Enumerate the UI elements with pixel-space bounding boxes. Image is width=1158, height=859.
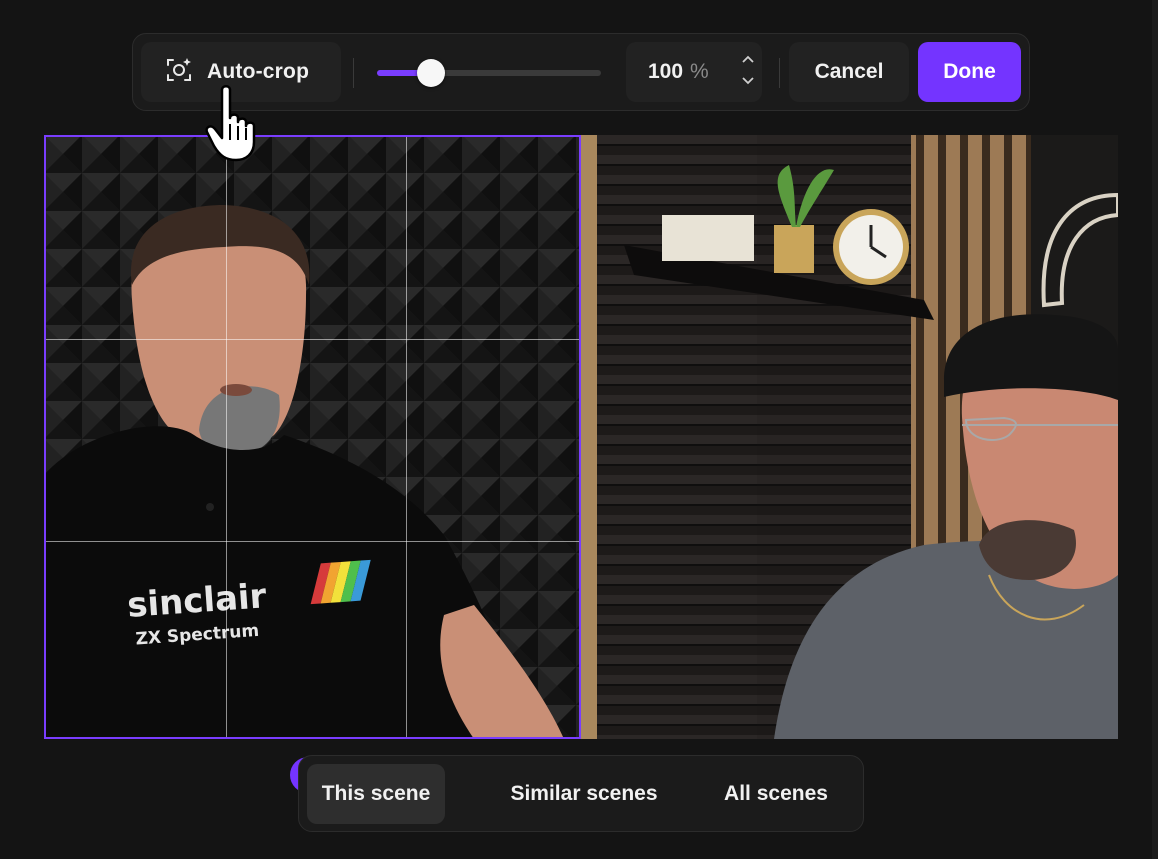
hand-pointer-cursor-icon xyxy=(204,84,266,164)
zoom-stepper[interactable] xyxy=(739,48,757,96)
similar-scenes-option[interactable]: Similar scenes xyxy=(484,764,684,824)
cancel-button[interactable]: Cancel xyxy=(789,42,909,102)
crop-toolbar: Auto-crop 100 % Cancel Done xyxy=(132,33,1030,111)
scene-selector: This scene Similar scenes All scenes xyxy=(298,755,864,832)
chevron-down-icon[interactable] xyxy=(739,70,757,92)
this-scene-option[interactable]: This scene xyxy=(307,764,445,824)
done-button[interactable]: Done xyxy=(918,42,1021,102)
crop-grid-line xyxy=(406,137,407,737)
crop-grid-line xyxy=(226,137,227,737)
auto-crop-icon xyxy=(165,56,193,89)
chevron-up-icon[interactable] xyxy=(739,48,757,70)
all-scenes-option[interactable]: All scenes xyxy=(703,764,849,824)
toolbar-divider xyxy=(779,58,780,88)
crop-grid-line xyxy=(46,541,579,542)
auto-crop-label: Auto-crop xyxy=(207,60,310,83)
panel-edge xyxy=(1152,0,1158,859)
zoom-slider[interactable] xyxy=(377,59,601,87)
zoom-value: 100 xyxy=(648,60,684,83)
crop-region[interactable] xyxy=(44,135,581,739)
crop-grid-line xyxy=(46,339,579,340)
toolbar-divider xyxy=(353,58,354,88)
zoom-slider-thumb[interactable] xyxy=(417,59,445,87)
zoom-unit: % xyxy=(690,60,709,83)
